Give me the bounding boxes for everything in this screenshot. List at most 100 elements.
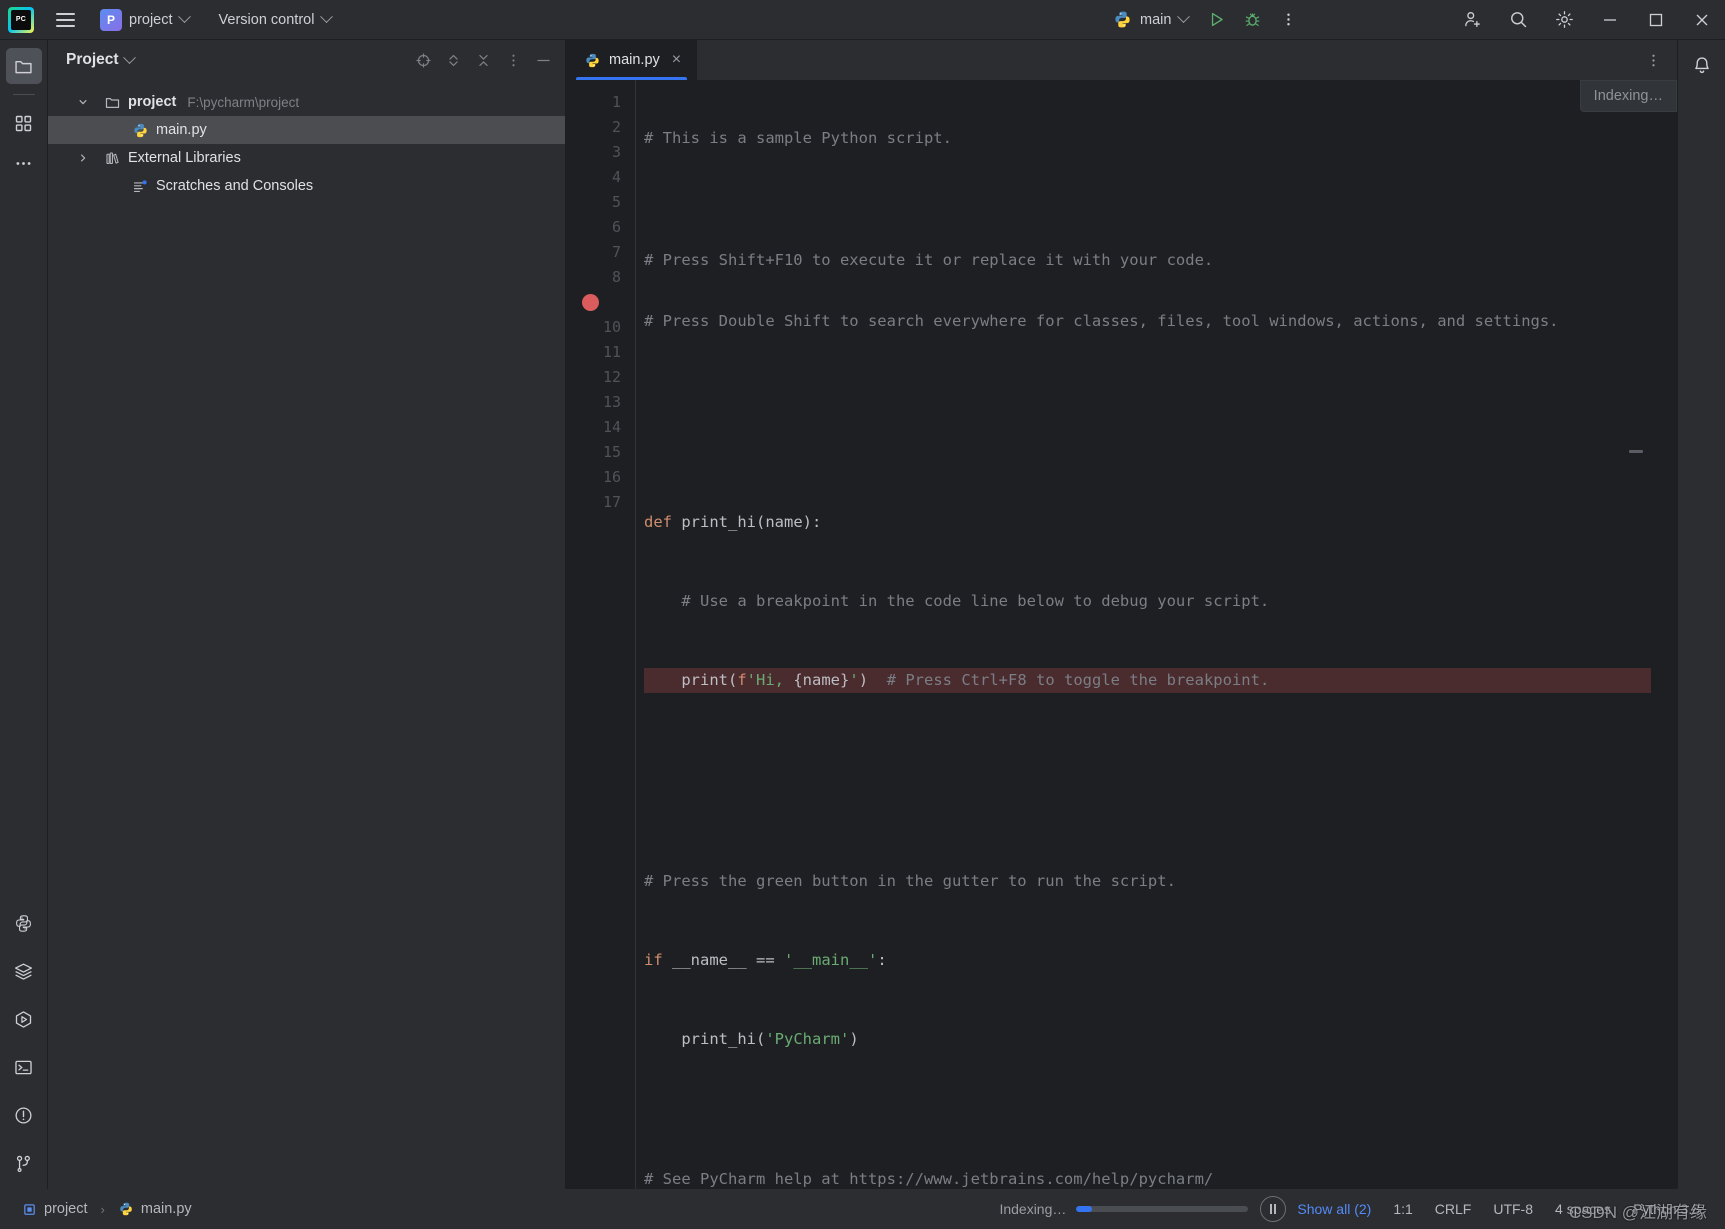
- gutter-line-number[interactable]: 16: [566, 465, 635, 490]
- expand-collapse-button[interactable]: [439, 46, 467, 74]
- project-options-button[interactable]: [499, 46, 527, 74]
- sidebar-item-terminal[interactable]: [6, 1049, 42, 1085]
- sidebar-item-python-console[interactable]: [6, 905, 42, 941]
- maximize-window-button[interactable]: [1633, 0, 1679, 40]
- code-dunder-name: __name__ ==: [662, 951, 784, 969]
- warning-circle-icon: [15, 1106, 32, 1124]
- minimize-icon: [536, 59, 550, 61]
- run-button[interactable]: [1200, 4, 1232, 36]
- tree-label-scratches-and-consoles: Scratches and Consoles: [156, 178, 314, 194]
- tree-row-external-libraries[interactable]: External Libraries: [48, 144, 565, 172]
- run-config-name-label: main: [1140, 11, 1172, 28]
- gutter-line-number[interactable]: 3: [566, 140, 635, 165]
- close-tab-button[interactable]: ×: [668, 50, 685, 70]
- search-everywhere-button[interactable]: [1495, 0, 1541, 40]
- editor-tab-label: main.py: [609, 52, 660, 68]
- gutter-line-number[interactable]: 8: [566, 265, 635, 290]
- indexing-progress-fill: [1076, 1206, 1092, 1212]
- add-user-icon: [1464, 12, 1480, 28]
- tree-label-project: project: [128, 94, 177, 110]
- editor-gutter: 1 2 3 4 5 6 7 8 10 11 12 13 14 15 16 17: [566, 80, 636, 1189]
- run-configuration-selector[interactable]: main: [1105, 6, 1196, 33]
- notifications-button[interactable]: [1684, 48, 1720, 84]
- title-bar-right: [1449, 0, 1725, 40]
- fstring-placeholder: {name}: [793, 671, 850, 689]
- inline-comment: # Press Ctrl+F8 to toggle the breakpoint…: [886, 671, 1270, 689]
- breakpoint-icon[interactable]: [582, 294, 599, 311]
- pycharm-logo: PC: [8, 6, 34, 33]
- caret-position-label[interactable]: 1:1: [1382, 1196, 1423, 1222]
- code-line: # Press Shift+F10 to execute it or repla…: [644, 251, 1214, 269]
- editor-tab-main-py[interactable]: main.py ×: [566, 40, 698, 80]
- project-badge-icon: P: [100, 8, 122, 31]
- sidebar-item-version-control[interactable]: [6, 1145, 42, 1181]
- add-user-button[interactable]: [1449, 0, 1495, 40]
- gutter-line-number[interactable]: 13: [566, 390, 635, 415]
- code-line: # Press Double Shift to search everywher…: [644, 312, 1559, 330]
- main-body: Project project F:\pycharm\project main.…: [0, 40, 1725, 1189]
- python-icon: [1115, 11, 1130, 28]
- code-line: # Press the green button in the gutter t…: [644, 872, 1176, 890]
- sidebar-item-more[interactable]: [6, 145, 42, 181]
- version-control-selector[interactable]: Version control: [209, 8, 342, 32]
- breadcrumb-item-project[interactable]: project: [18, 1199, 92, 1219]
- gutter-line-number[interactable]: 12: [566, 365, 635, 390]
- collapse-all-button[interactable]: [469, 46, 497, 74]
- code-colon: :: [877, 951, 887, 969]
- tree-path-project: F:\pycharm\project: [187, 94, 300, 110]
- line-separator-label[interactable]: CRLF: [1424, 1196, 1483, 1222]
- crosshair-icon: [415, 52, 431, 68]
- more-actions-button[interactable]: [1272, 4, 1304, 36]
- select-opened-file-button[interactable]: [409, 46, 437, 74]
- gutter-line-number[interactable]: 5: [566, 190, 635, 215]
- hamburger-bar: [55, 24, 75, 27]
- more-vertical-icon: [1651, 54, 1655, 66]
- hide-project-panel-button[interactable]: [529, 46, 557, 74]
- code-content[interactable]: # This is a sample Python script. # Pres…: [636, 80, 1651, 1189]
- tree-row-main-py[interactable]: main.py: [48, 116, 565, 144]
- gutter-line-number[interactable]: 7: [566, 240, 635, 265]
- sidebar-item-problems[interactable]: [6, 1097, 42, 1133]
- encoding-label[interactable]: UTF-8: [1482, 1196, 1544, 1222]
- breadcrumb-separator: ›: [100, 1201, 105, 1217]
- interpreter-label[interactable]: Python 3.8: [1622, 1196, 1711, 1222]
- indent-label[interactable]: 4 spaces: [1544, 1196, 1622, 1222]
- show-all-button[interactable]: Show all (2): [1286, 1196, 1382, 1222]
- gutter-line-number[interactable]: 10: [566, 315, 635, 340]
- tree-row-scratches-and-consoles[interactable]: Scratches and Consoles: [48, 172, 565, 200]
- breadcrumb-item-main-py[interactable]: main.py: [114, 1199, 196, 1219]
- gutter-line-number[interactable]: 6: [566, 215, 635, 240]
- chevron-down-icon[interactable]: [78, 97, 88, 107]
- minimize-window-button[interactable]: [1587, 0, 1633, 40]
- close-window-button[interactable]: [1679, 0, 1725, 40]
- hamburger-bar: [55, 18, 75, 21]
- right-tool-stripe: [1677, 40, 1725, 1189]
- chevron-down-icon[interactable]: [122, 50, 136, 64]
- tree-row-project-root[interactable]: project F:\pycharm\project: [48, 88, 565, 116]
- sidebar-item-python-packages[interactable]: [6, 953, 42, 989]
- settings-button[interactable]: [1541, 0, 1587, 40]
- gutter-line-number[interactable]: 14: [566, 415, 635, 440]
- gutter-line-number[interactable]: 15: [566, 440, 635, 465]
- project-selector[interactable]: P project: [92, 5, 197, 35]
- scratches-icon: [133, 179, 147, 192]
- chevron-right-icon[interactable]: [78, 153, 88, 163]
- gutter-line-number[interactable]: 11: [566, 340, 635, 365]
- sidebar-item-run[interactable]: [6, 1001, 42, 1037]
- gutter-line-number[interactable]: 17: [566, 490, 635, 515]
- left-tool-stripe: [0, 40, 48, 1189]
- debug-button[interactable]: [1236, 4, 1268, 36]
- sidebar-item-project[interactable]: [5, 48, 42, 84]
- editor-horizontal-scrollbar[interactable]: [706, 1174, 1647, 1185]
- gutter-line-number[interactable]: 4: [566, 165, 635, 190]
- pause-indexing-button[interactable]: [1260, 1196, 1287, 1222]
- gutter-line-number[interactable]: 1: [566, 90, 635, 115]
- hamburger-icon[interactable]: [48, 3, 82, 37]
- gutter-line-breakpoint[interactable]: [566, 290, 635, 315]
- left-stripe-bottom: [6, 905, 42, 1181]
- sidebar-item-structure[interactable]: [6, 105, 42, 141]
- editor-options-button[interactable]: [1637, 44, 1669, 76]
- gutter-line-number[interactable]: 2: [566, 115, 635, 140]
